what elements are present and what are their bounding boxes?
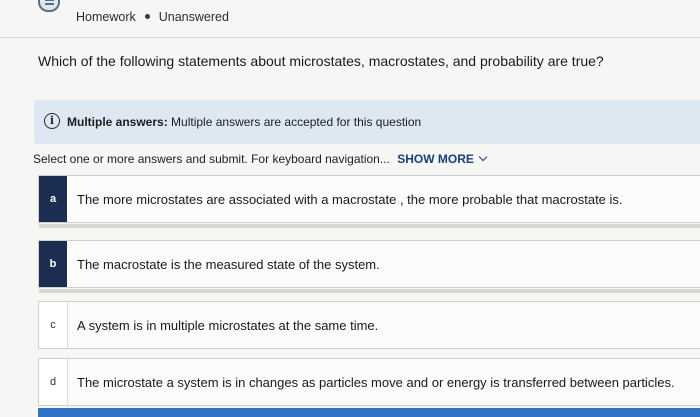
option-letter-b: b <box>39 241 67 287</box>
option-letter-a: a <box>39 176 67 222</box>
separator-dot-icon <box>144 14 150 20</box>
option-text-b: The macrostate is the measured state of … <box>77 256 380 272</box>
option-letter-c: c <box>39 302 68 348</box>
option-text-c: A system is in multiple microstates at t… <box>77 317 379 333</box>
chevron-down-icon <box>478 152 488 162</box>
answer-option-c[interactable]: c A system is in multiple microstates at… <box>38 301 700 349</box>
answer-option-a[interactable]: a The more microstates are associated wi… <box>38 175 700 228</box>
show-more-label: SHOW MORE <box>397 152 474 166</box>
answer-option-b[interactable]: b The macrostate is the measured state o… <box>38 240 700 293</box>
option-divider <box>39 224 700 228</box>
info-message: Multiple answers: Multiple answers are a… <box>67 115 421 129</box>
instructions-text: Select one or more answers and submit. F… <box>33 152 390 166</box>
header-divider <box>0 37 700 38</box>
answer-option-d[interactable]: d The microstate a system is in changes … <box>38 358 700 406</box>
header-status: Unanswered <box>158 10 229 24</box>
bottom-accent-bar <box>38 408 700 417</box>
option-divider <box>39 289 700 293</box>
question-text: Which of the following statements about … <box>38 53 604 69</box>
header-breadcrumb: Homework Unanswered <box>76 10 229 24</box>
info-banner: i Multiple answers: Multiple answers are… <box>34 100 700 144</box>
info-label: Multiple answers: <box>67 115 168 129</box>
info-icon: i <box>44 113 60 129</box>
homework-icon <box>38 0 60 12</box>
option-text-a: The more microstates are associated with… <box>77 191 623 207</box>
option-text-d: The microstate a system is in changes as… <box>77 374 675 390</box>
info-detail: Multiple answers are accepted for this q… <box>171 115 422 129</box>
header-category: Homework <box>76 10 136 24</box>
show-more-button[interactable]: SHOW MORE <box>397 152 488 166</box>
option-letter-d: d <box>39 359 68 405</box>
header: Homework Unanswered <box>0 0 700 36</box>
instructions: Select one or more answers and submit. F… <box>33 152 488 166</box>
